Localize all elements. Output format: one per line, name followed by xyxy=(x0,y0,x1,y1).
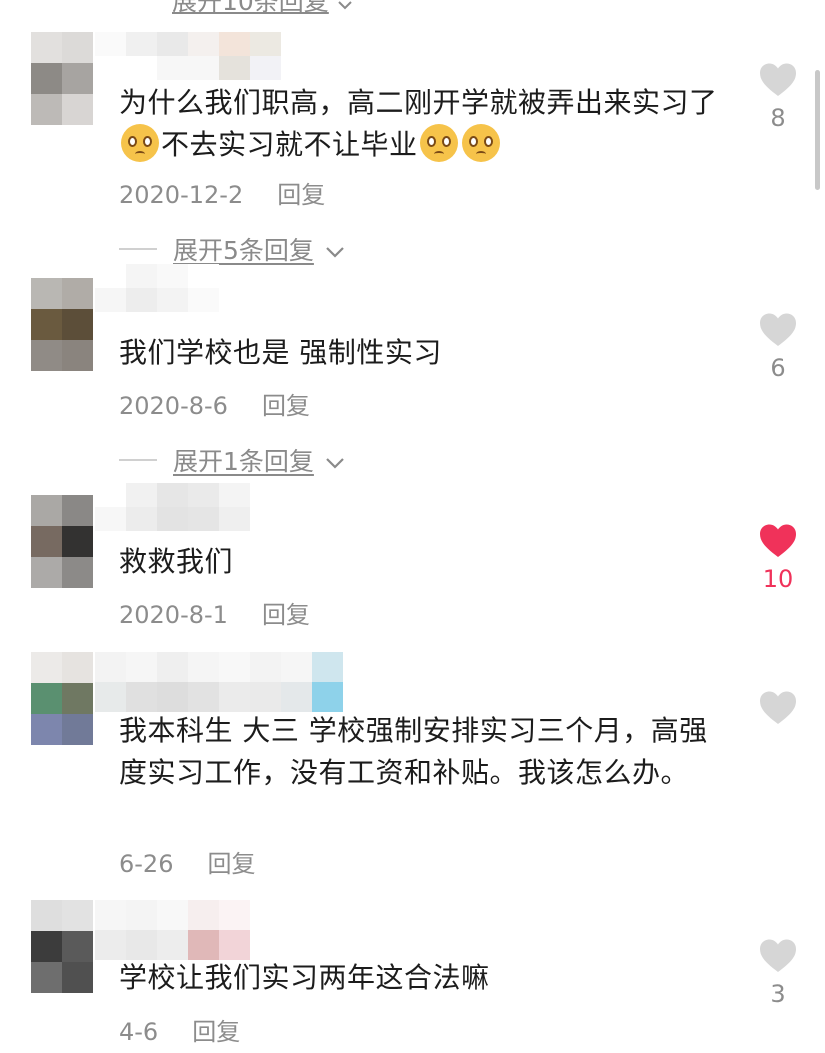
comment-text: 我们学校也是 强制性实习 xyxy=(119,336,442,369)
heart-icon xyxy=(760,63,796,96)
chevron-down-icon xyxy=(338,1,352,10)
username[interactable] xyxy=(95,483,281,531)
comment-text: 我本科生 大三 学校强制安排实习三个月，高强度实习工作，没有工资和补贴。我该怎么… xyxy=(119,714,708,789)
comment-text-part: 为什么我们职高，高二刚开学就被弄出来实习了 xyxy=(119,86,718,119)
comment-text-part: 不去实习就不让毕业 xyxy=(161,128,418,161)
username[interactable] xyxy=(95,900,250,960)
heart-icon xyxy=(760,939,796,972)
like-count: 8 xyxy=(770,104,786,132)
like-button[interactable] xyxy=(756,690,800,732)
comment-item: 我本科生 大三 学校强制安排实习三个月，高强度实习工作，没有工资和补贴。我该怎么… xyxy=(0,652,825,882)
comment-meta: 2020-8-6 回复 xyxy=(119,386,310,421)
comment-text: 救救我们 xyxy=(119,545,234,578)
expand-replies-label: 展开5条回复 xyxy=(173,236,314,265)
expand-replies-button[interactable]: 展开1条回复 xyxy=(119,442,346,478)
heart-icon xyxy=(760,691,796,724)
comment-date: 2020-8-1 xyxy=(119,601,228,629)
heart-icon xyxy=(760,313,796,346)
comment-item: 学校让我们实习两年这合法嘛 4-6 回复 3 xyxy=(0,900,825,1053)
pleading-face-emoji xyxy=(461,124,500,162)
comment-date: 4-6 xyxy=(119,1018,159,1046)
comment-item: 我们学校也是 强制性实习 2020-8-6 回复 展开1条回复 6 xyxy=(0,264,825,478)
like-count: 3 xyxy=(770,980,786,1008)
username[interactable] xyxy=(95,652,343,712)
divider xyxy=(119,248,157,250)
like-button[interactable]: 6 xyxy=(756,312,800,382)
reply-button[interactable]: 回复 xyxy=(192,1018,240,1046)
chevron-down-icon xyxy=(326,247,344,258)
comment-meta: 2020-12-2 回复 xyxy=(119,175,325,210)
comment-text: 为什么我们职高，高二刚开学就被弄出来实习了不去实习就不让毕业 xyxy=(119,82,729,166)
comment-meta: 6-26 回复 xyxy=(119,844,255,879)
comment-date: 6-26 xyxy=(119,850,174,878)
like-button[interactable]: 8 xyxy=(756,62,800,132)
like-count: 6 xyxy=(770,354,786,382)
comment-item: 救救我们 2020-8-1 回复 10 xyxy=(0,483,825,635)
expand-replies-top[interactable]: 展开10条回复 xyxy=(172,0,353,18)
comment-date: 2020-12-2 xyxy=(119,181,244,209)
reply-button[interactable]: 回复 xyxy=(262,601,310,629)
like-button[interactable]: 3 xyxy=(756,938,800,1008)
chevron-down-icon xyxy=(326,458,344,469)
comment-meta: 4-6 回复 xyxy=(119,1012,240,1047)
avatar[interactable] xyxy=(31,32,93,125)
avatar[interactable] xyxy=(31,495,93,588)
divider xyxy=(119,459,157,461)
username[interactable] xyxy=(95,264,219,312)
reply-button[interactable]: 回复 xyxy=(207,850,255,878)
reply-button[interactable]: 回复 xyxy=(262,392,310,420)
like-count: 10 xyxy=(762,565,794,593)
comment-text: 学校让我们实习两年这合法嘛 xyxy=(119,961,490,994)
reply-button[interactable]: 回复 xyxy=(277,181,325,209)
avatar[interactable] xyxy=(31,900,93,993)
expand-replies-label: 展开1条回复 xyxy=(173,447,314,476)
comment-date: 2020-8-6 xyxy=(119,392,228,420)
avatar[interactable] xyxy=(31,652,93,745)
pleading-face-emoji xyxy=(419,124,458,162)
username[interactable] xyxy=(95,32,281,80)
avatar[interactable] xyxy=(31,278,93,371)
expand-replies-button[interactable]: 展开5条回复 xyxy=(119,231,346,267)
like-button[interactable]: 10 xyxy=(756,523,800,593)
comment-meta: 2020-8-1 回复 xyxy=(119,595,310,630)
heart-icon xyxy=(760,524,796,557)
comment-item: 为什么我们职高，高二刚开学就被弄出来实习了不去实习就不让毕业 2020-12-2… xyxy=(0,30,825,270)
expand-replies-label: 展开10条回复 xyxy=(172,0,329,16)
pleading-face-emoji xyxy=(121,124,159,162)
